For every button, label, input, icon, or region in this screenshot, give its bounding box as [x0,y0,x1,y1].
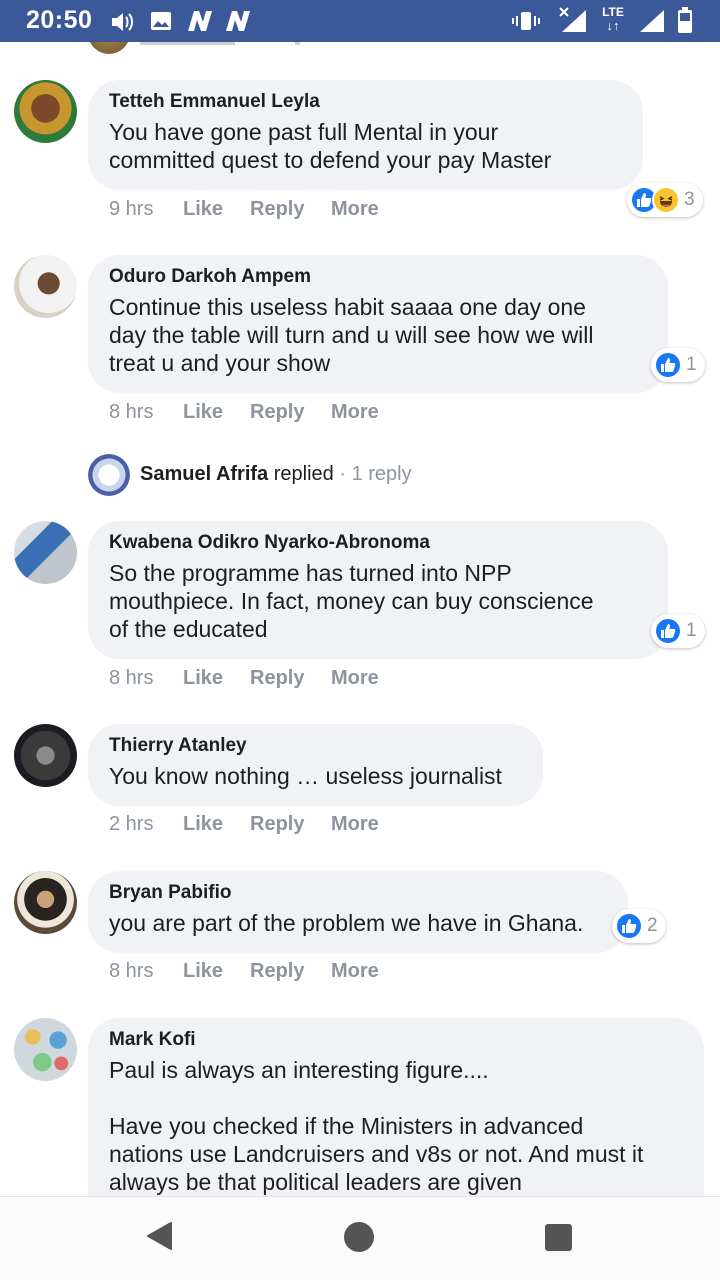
volume-icon [112,13,133,31]
reply-button[interactable]: Reply [250,960,304,983]
reply-separator: · [339,463,347,485]
like-button[interactable]: Like [183,401,223,424]
comment-text: You know nothing … useless journalist [109,763,502,789]
clock: 20:50 [26,6,93,34]
like-button[interactable]: Like [183,198,223,221]
comment-bubble[interactable]: Kwabena Odikro Nyarko-Abronoma So the pr… [88,521,668,659]
reaction-summary[interactable]: 1 [651,348,705,382]
avatar[interactable] [14,255,77,318]
comment-author[interactable]: Oduro Darkoh Ampem [109,265,648,289]
lte-label: LTE [602,5,624,19]
comment-author[interactable]: Kwabena Odikro Nyarko-Abronoma [109,531,648,555]
avatar[interactable] [14,724,77,787]
timestamp[interactable]: 8 hrs [109,401,153,424]
comment-text: you are part of the problem we have in G… [109,910,584,936]
vibrate-icon [512,12,540,30]
avatar[interactable] [14,871,77,934]
reply-verb: replied [273,463,334,485]
more-button[interactable]: More [331,401,379,424]
image-icon [151,12,171,30]
comment-author[interactable]: Bryan Pabifio [109,881,608,905]
more-button[interactable]: More [331,960,379,983]
haha-reaction-icon [652,186,680,214]
n-app-icon [226,11,250,31]
battery-icon [678,7,692,33]
reply-author[interactable]: Samuel Afrifa [140,463,268,485]
home-circle-icon[interactable] [343,1221,375,1253]
reaction-summary[interactable]: 3 [627,183,703,217]
lte-icon: LTE ↓↑ [602,5,624,33]
comment-text: You have gone past full Mental in your c… [109,119,552,173]
n-app-icon [188,11,212,31]
comment-text: Continue this useless habit saaaa one da… [109,294,594,376]
comments-list[interactable]: Tetteh Emmanuel Leyla You have gone past… [0,42,720,1196]
status-bar: 20:50 LTE ↓↑ [0,0,720,42]
reaction-summary[interactable]: 1 [651,614,705,648]
divider [140,42,390,45]
comment-author[interactable]: Mark Kofi [109,1028,684,1052]
comment-author[interactable]: Tetteh Emmanuel Leyla [109,90,623,114]
reaction-count: 2 [647,915,658,936]
avatar[interactable] [88,42,130,54]
comment-bubble[interactable]: Oduro Darkoh Ampem Continue this useless… [88,255,668,393]
like-button[interactable]: Like [183,813,223,836]
more-button[interactable]: More [331,667,379,690]
reply-button[interactable]: Reply [250,667,304,690]
reply-button[interactable]: Reply [250,401,304,424]
comment-author[interactable]: Thierry Atanley [109,734,523,758]
comment-bubble[interactable]: Thierry Atanley You know nothing … usele… [88,724,543,806]
reaction-count: 3 [684,189,695,210]
like-reaction-icon [654,351,682,379]
back-triangle-icon[interactable] [145,1221,173,1251]
comment-bubble[interactable]: Bryan Pabifio you are part of the proble… [88,871,628,953]
reply-button[interactable]: Reply [250,198,304,221]
recents-square-icon[interactable] [545,1224,572,1251]
reaction-count: 1 [686,354,697,375]
timestamp[interactable]: 8 hrs [109,960,153,983]
like-button[interactable]: Like [183,960,223,983]
timestamp[interactable]: 8 hrs [109,667,153,690]
avatar [88,454,130,496]
like-reaction-icon [615,912,643,940]
more-button[interactable]: More [331,813,379,836]
comment-bubble[interactable]: Tetteh Emmanuel Leyla You have gone past… [88,80,643,190]
comment-bubble[interactable]: Mark Kofi Paul is always an interesting … [88,1018,704,1196]
reaction-count: 1 [686,620,697,641]
reply-button[interactable]: Reply [250,813,304,836]
avatar[interactable] [14,521,77,584]
comment-text: So the programme has turned into NPP mou… [109,560,594,642]
timestamp[interactable]: 9 hrs [109,198,153,221]
no-signal-icon [559,7,586,32]
avatar[interactable] [14,1018,77,1081]
like-button[interactable]: Like [183,667,223,690]
signal-icon [640,10,664,32]
navigation-bar [0,1196,720,1280]
more-button[interactable]: More [331,198,379,221]
timestamp[interactable]: 2 hrs [109,813,153,836]
avatar[interactable] [14,80,77,143]
reply-summary[interactable]: Samuel Afrifa replied · 1 reply [88,454,688,498]
reaction-summary[interactable]: 2 [612,909,666,943]
comment-text: Paul is always an interesting figure....… [109,1057,644,1195]
like-reaction-icon [654,617,682,645]
reply-count[interactable]: 1 reply [352,463,412,485]
